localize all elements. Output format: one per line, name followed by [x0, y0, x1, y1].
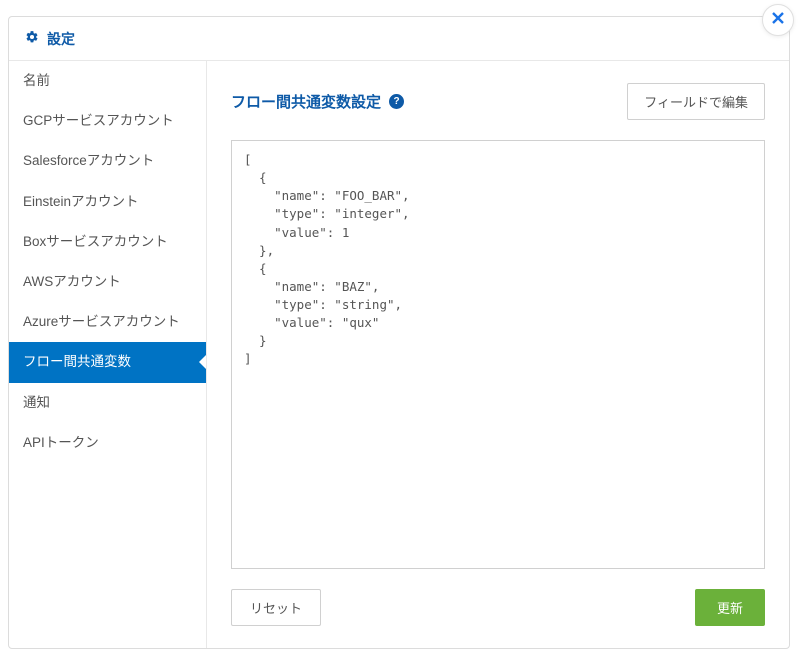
sidebar-item-notifications[interactable]: 通知 — [9, 383, 206, 423]
sidebar-item-label: Boxサービスアカウント — [23, 234, 168, 249]
help-icon[interactable]: ? — [389, 94, 404, 109]
settings-modal: 設定 名前 GCPサービスアカウント Salesforceアカウント Einst… — [8, 16, 790, 649]
sidebar-item-salesforce[interactable]: Salesforceアカウント — [9, 141, 206, 181]
gear-icon — [25, 30, 47, 47]
sidebar-item-einstein[interactable]: Einsteinアカウント — [9, 182, 206, 222]
sidebar-item-azure[interactable]: Azureサービスアカウント — [9, 302, 206, 342]
sidebar-item-label: フロー間共通変数 — [23, 354, 131, 369]
sidebar-item-label: Einsteinアカウント — [23, 194, 139, 209]
sidebar-item-aws[interactable]: AWSアカウント — [9, 262, 206, 302]
content-pane: フロー間共通変数設定 ? フィールドで編集 リセット 更新 — [207, 61, 789, 648]
sidebar-item-label: APIトークン — [23, 435, 99, 450]
content-title: フロー間共通変数設定 — [231, 91, 381, 112]
sidebar-item-label: Azureサービスアカウント — [23, 314, 180, 329]
sidebar-item-api-token[interactable]: APIトークン — [9, 423, 206, 463]
sidebar-item-label: 通知 — [23, 395, 50, 410]
modal-title: 設定 — [47, 29, 75, 49]
content-title-row: フロー間共通変数設定 ? — [231, 91, 404, 112]
reset-button[interactable]: リセット — [231, 589, 321, 626]
sidebar-item-box[interactable]: Boxサービスアカウント — [9, 222, 206, 262]
close-button[interactable] — [762, 4, 794, 36]
sidebar-item-label: Salesforceアカウント — [23, 153, 154, 168]
modal-header: 設定 — [9, 17, 789, 61]
field-edit-button[interactable]: フィールドで編集 — [627, 83, 765, 120]
sidebar-item-label: AWSアカウント — [23, 274, 121, 289]
sidebar-item-shared-variables[interactable]: フロー間共通変数 — [9, 342, 206, 382]
sidebar-item-label: 名前 — [23, 73, 50, 88]
content-footer: リセット 更新 — [231, 589, 765, 626]
variables-json-editor[interactable] — [231, 140, 765, 569]
sidebar-item-label: GCPサービスアカウント — [23, 113, 174, 128]
close-icon — [770, 10, 786, 31]
settings-sidebar: 名前 GCPサービスアカウント Salesforceアカウント Einstein… — [9, 61, 207, 648]
content-header: フロー間共通変数設定 ? フィールドで編集 — [231, 83, 765, 120]
update-button[interactable]: 更新 — [695, 589, 765, 626]
sidebar-item-gcp[interactable]: GCPサービスアカウント — [9, 101, 206, 141]
sidebar-item-name[interactable]: 名前 — [9, 61, 206, 101]
